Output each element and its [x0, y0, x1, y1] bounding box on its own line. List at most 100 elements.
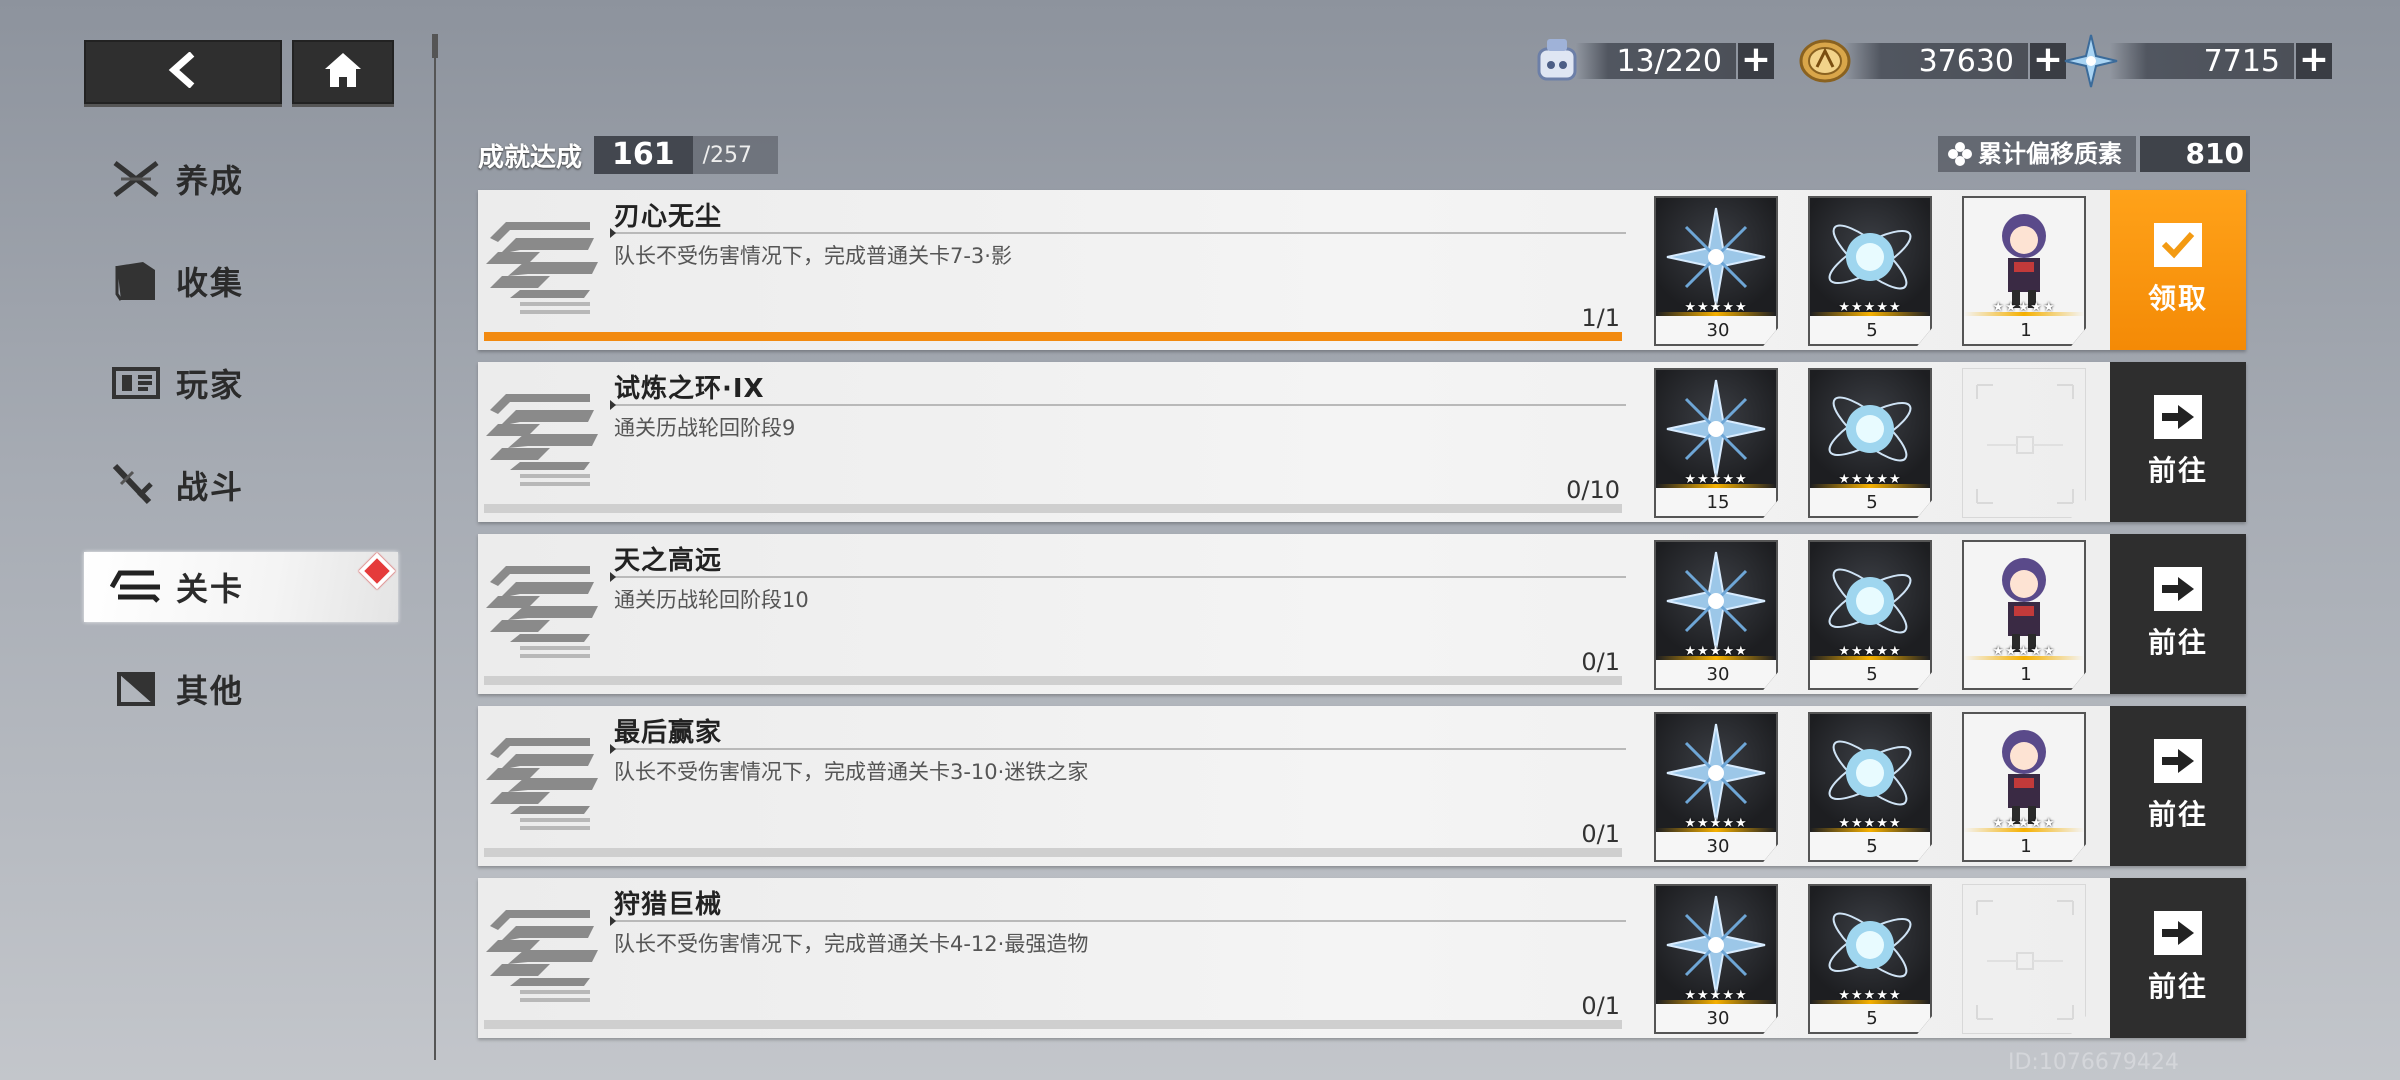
achievement-emblem-icon: [480, 886, 610, 1016]
home-icon: [323, 51, 363, 93]
home-button[interactable]: [292, 40, 394, 104]
arrow-right-icon: [2154, 567, 2202, 611]
reward-item[interactable]: ★★★★★ 1: [1962, 196, 2086, 346]
arrow-right-icon: [2154, 739, 2202, 783]
title-divider: [610, 572, 1626, 582]
arrow-right-icon: [2154, 911, 2202, 955]
reward-stars: ★★★★★: [1684, 816, 1748, 831]
add-crystal-button[interactable]: +: [2296, 42, 2332, 79]
achievement-emblem-icon: [480, 714, 610, 844]
sidebar-item-label: 战斗: [176, 468, 245, 506]
achievement-title: 试炼之环·IX: [614, 374, 765, 404]
achievement-emblem-icon: [480, 542, 610, 672]
reward-item[interactable]: ★★★★★ 5: [1808, 196, 1932, 346]
stage-icon: [108, 562, 164, 612]
back-arrow-icon: [168, 51, 198, 92]
orb-reward-icon: [1810, 198, 1930, 316]
offset-label-wrap: 累计偏移质素: [1938, 136, 2136, 172]
reward-quantity: 30: [1656, 660, 1776, 688]
sidebar-item-develop[interactable]: 养成: [84, 144, 398, 214]
sidebar-item-player[interactable]: 玩家: [84, 348, 398, 418]
achievement-progress: 0/1: [1581, 992, 1620, 1020]
crystal-reward-icon: [1656, 714, 1776, 832]
progress-bar: [484, 1020, 1622, 1029]
achievement-row: 最后赢家 队长不受伤害情况下，完成普通关卡3-10·迷铁之家 0/1 ★★★★★ 30 ★…: [478, 706, 2246, 866]
achievement-title: 狩猎巨械: [614, 890, 723, 920]
reward-stars: ★★★★★: [1684, 988, 1748, 1003]
achievement-title: 最后赢家: [614, 718, 723, 748]
sidebar-item-stage[interactable]: 关卡: [84, 552, 398, 622]
reward-item[interactable]: ★★★★★ 30: [1654, 884, 1778, 1034]
offset-label: 累计偏移质素: [1978, 140, 2122, 168]
crossed-swords-icon: [108, 154, 164, 204]
resource-crystal[interactable]: 7715 +: [2062, 34, 2332, 88]
action-label: 前往: [2147, 970, 2208, 1003]
go-button[interactable]: 前往: [2110, 534, 2246, 694]
achievement-description: 队长不受伤害情况下，完成普通关卡3-10·迷铁之家: [614, 760, 1089, 784]
reward-item[interactable]: ★★★★★ 30: [1654, 540, 1778, 690]
reward-quantity: 1: [1964, 660, 2084, 688]
achievement-progress: 0/1: [1581, 820, 1620, 848]
go-button[interactable]: 前往: [2110, 706, 2246, 866]
reward-item[interactable]: ★★★★★ 5: [1808, 884, 1932, 1034]
reward-slot-empty: [1962, 368, 2086, 518]
crystal-value: 7715: [2110, 43, 2294, 79]
achievement-counter: 161 /257: [594, 136, 779, 174]
reward-item[interactable]: ★★★★★ 5: [1808, 368, 1932, 518]
claim-button[interactable]: 领取: [2110, 190, 2246, 350]
stamina-icon: [1528, 32, 1586, 90]
achievement-description: 通关历战轮回阶段10: [614, 588, 809, 612]
crystal-reward-icon: [1656, 370, 1776, 488]
sidebar-item-label: 关卡: [176, 570, 245, 608]
reward-quantity: 30: [1656, 1004, 1776, 1032]
user-id: ID:1076679424: [2008, 1050, 2179, 1075]
sidebar-item-battle[interactable]: 战斗: [84, 450, 398, 520]
reward-item[interactable]: ★★★★★ 30: [1654, 712, 1778, 862]
achievement-total: /257: [702, 142, 753, 168]
reward-quantity: 15: [1656, 488, 1776, 516]
title-divider: [610, 400, 1626, 410]
reward-item[interactable]: ★★★★★ 30: [1654, 196, 1778, 346]
sword-icon: [108, 460, 164, 510]
reward-item[interactable]: ★★★★★ 1: [1962, 712, 2086, 862]
achievement-row: 刃心无尘 队长不受伤害情况下，完成普通关卡7-3·影 1/1 ★★★★★ 30 ★★★★★…: [478, 190, 2246, 350]
back-button[interactable]: [84, 40, 282, 104]
sidebar-item-other[interactable]: 其他: [84, 654, 398, 724]
sidebar-item-label: 收集: [176, 264, 245, 302]
go-button[interactable]: 前往: [2110, 362, 2246, 522]
add-coin-button[interactable]: +: [2030, 42, 2066, 79]
achievement-label: 成就达成: [478, 142, 583, 173]
add-stamina-button[interactable]: +: [1738, 42, 1774, 79]
id-card-icon: [108, 358, 164, 408]
achievement-description: 队长不受伤害情况下，完成普通关卡4-12·最强造物: [614, 932, 1089, 956]
resource-coin[interactable]: 37630 +: [1796, 39, 2066, 83]
empty-slot-icon: [1963, 885, 2085, 1033]
checkmark-icon: [2154, 223, 2202, 267]
reward-item[interactable]: ★★★★★ 1: [1962, 540, 2086, 690]
achievement-description: 队长不受伤害情况下，完成普通关卡7-3·影: [614, 244, 1012, 268]
reward-quantity: 5: [1810, 316, 1930, 344]
achievement-progress: 0/1: [1581, 648, 1620, 676]
achievement-row: 狩猎巨械 队长不受伤害情况下，完成普通关卡4-12·最强造物 0/1 ★★★★★ 30 ★…: [478, 878, 2246, 1038]
resource-stamina[interactable]: 13/220 +: [1528, 39, 1774, 82]
reward-quantity: 30: [1656, 832, 1776, 860]
reward-quantity: 5: [1810, 660, 1930, 688]
achievement-row: 天之高远 通关历战轮回阶段10 0/1 ★★★★★ 30 ★★★★★ 5 ★★★★★ 1 前往: [478, 534, 2246, 694]
reward-item[interactable]: ★★★★★ 15: [1654, 368, 1778, 518]
empty-slot-icon: [1963, 369, 2085, 517]
reward-stars: ★★★★★: [1684, 644, 1748, 659]
achievement-summary: 成就达成 161 /257: [478, 136, 779, 174]
reward-stars: ★★★★★: [1684, 300, 1748, 315]
achievement-row: 试炼之环·IX 通关历战轮回阶段9 0/10 ★★★★★ 15 ★★★★★ 5 前往: [478, 362, 2246, 522]
sidebar-item-collect[interactable]: 收集: [84, 246, 398, 316]
go-button[interactable]: 前往: [2110, 878, 2246, 1038]
crystal-reward-icon: [1656, 886, 1776, 1004]
reward-item[interactable]: ★★★★★ 5: [1808, 540, 1932, 690]
progress-fill: [484, 332, 1622, 341]
clover-icon: [1946, 140, 1974, 168]
reward-item[interactable]: ★★★★★ 5: [1808, 712, 1932, 862]
action-label: 前往: [2147, 798, 2208, 831]
reward-stars: ★★★★★: [1992, 300, 2056, 315]
arrow-right-icon: [2154, 395, 2202, 439]
progress-bar: [484, 504, 1622, 513]
